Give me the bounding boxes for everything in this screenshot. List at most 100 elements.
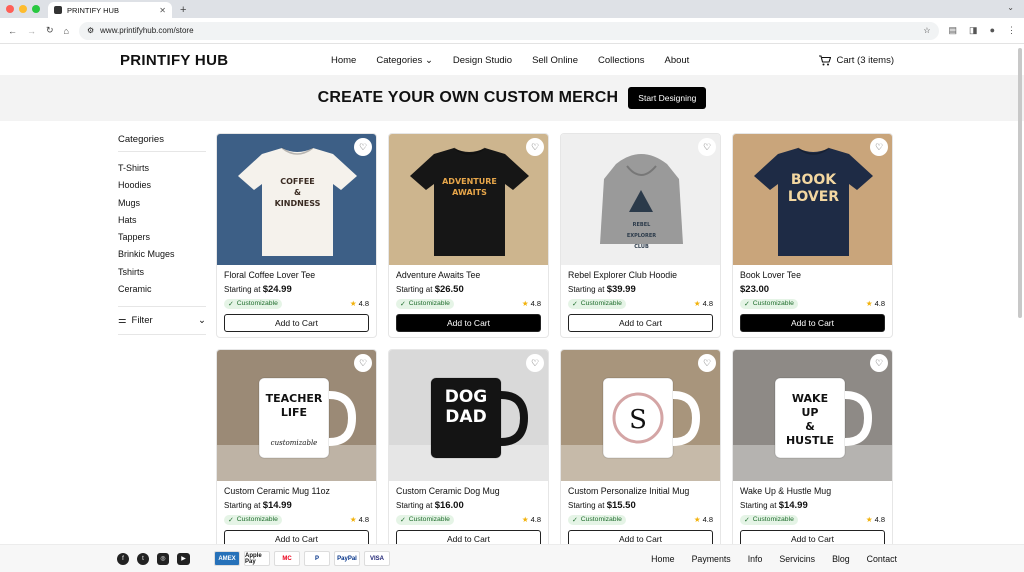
- product-info: Custom Ceramic Dog Mug Starting at $16.00…: [389, 481, 548, 548]
- category-item-mugs[interactable]: Mugs: [118, 195, 206, 212]
- back-icon[interactable]: ←: [8, 26, 17, 36]
- heart-icon[interactable]: ♡: [354, 354, 372, 372]
- heart-icon[interactable]: ♡: [698, 138, 716, 156]
- add-to-cart-button[interactable]: Add to Cart: [568, 314, 713, 332]
- product-image[interactable]: COFFEE & KINDNESS ♡: [217, 134, 376, 265]
- product-card[interactable]: COFFEE & KINDNESS ♡ Floral Coffee Lover Tee S…: [216, 133, 377, 338]
- product-image[interactable]: BOOK LOVER ♡: [733, 134, 892, 265]
- product-image[interactable]: DOG DAD ♡: [389, 350, 548, 481]
- instagram-icon[interactable]: ◎: [157, 552, 169, 565]
- footer-link-contact[interactable]: Contact: [867, 554, 897, 564]
- footer-link-servicins[interactable]: Servicins: [779, 554, 815, 564]
- youtube-icon[interactable]: ▶: [177, 552, 190, 565]
- product-card[interactable]: TEACHER LIFE customizable ♡ Custom Ceramic M…: [216, 349, 377, 554]
- category-item-brinkic-muges[interactable]: Brinkic Muges: [118, 246, 206, 263]
- svg-text:&: &: [294, 188, 301, 197]
- category-item-tappers[interactable]: Tappers: [118, 229, 206, 246]
- heart-icon[interactable]: ♡: [526, 354, 544, 372]
- facebook-icon[interactable]: f: [117, 552, 129, 565]
- sidebar-icon[interactable]: ◨: [969, 25, 978, 36]
- product-image[interactable]: TEACHER LIFE customizable ♡: [217, 350, 376, 481]
- heart-icon[interactable]: ♡: [354, 138, 372, 156]
- twitter-icon[interactable]: t: [137, 552, 149, 565]
- footer-link-blog[interactable]: Blog: [832, 554, 850, 564]
- nav-categories[interactable]: Categories ⌄: [376, 55, 433, 66]
- product-card[interactable]: S ♡ Custom Personalize Initial Mug Starting…: [560, 349, 721, 554]
- window-controls: [6, 0, 40, 18]
- star-icon[interactable]: ☆: [923, 26, 930, 35]
- heart-icon[interactable]: ♡: [526, 138, 544, 156]
- maximize-window-button[interactable]: [32, 5, 40, 13]
- reload-icon[interactable]: ↻: [46, 25, 54, 36]
- rating-value: 4.8: [702, 299, 713, 308]
- start-designing-button[interactable]: Start Designing: [628, 87, 707, 109]
- product-price: Starting at $14.99: [740, 500, 885, 511]
- product-card[interactable]: DOG DAD ♡ Custom Ceramic Dog Mug Starting at…: [388, 349, 549, 554]
- heart-icon[interactable]: ♡: [698, 354, 716, 372]
- address-bar[interactable]: ⚙ www.printifyhub.com/store ☆: [78, 21, 939, 40]
- product-card[interactable]: BOOK LOVER ♡ Book Lover Tee $23.00 ✓ Customiza…: [732, 133, 893, 338]
- site-header: PRINTIFY HUB Home Categories ⌄ Design St…: [0, 44, 1024, 76]
- product-image[interactable]: WAKE UP & HUSTLE ♡: [733, 350, 892, 481]
- nav-sell-online[interactable]: Sell Online: [532, 55, 578, 66]
- extensions-icon[interactable]: ▤: [949, 25, 958, 36]
- svg-text:UP: UP: [802, 406, 819, 419]
- product-name[interactable]: Custom Personalize Initial Mug: [568, 486, 713, 498]
- close-window-button[interactable]: [6, 5, 14, 13]
- svg-text:KINDNESS: KINDNESS: [275, 199, 321, 208]
- product-name[interactable]: Floral Coffee Lover Tee: [224, 270, 369, 282]
- site-info-icon[interactable]: ⚙: [87, 26, 94, 35]
- category-item-hats[interactable]: Hats: [118, 212, 206, 229]
- add-to-cart-button[interactable]: Add to Cart: [740, 314, 885, 332]
- brand-logo[interactable]: PRINTIFY HUB: [120, 52, 228, 69]
- profile-icon[interactable]: ●: [990, 25, 995, 36]
- category-item-ceramic[interactable]: Ceramic: [118, 281, 206, 298]
- product-card[interactable]: REBEL EXPLORER CLUB ♡ Rebel Explorer Club Ho…: [560, 133, 721, 338]
- product-card[interactable]: WAKE UP & HUSTLE ♡ Wake Up & Hustle Mug Starti…: [732, 349, 893, 554]
- product-meta: ✓ Customizable ★ 4.8: [740, 514, 885, 525]
- nav-home[interactable]: Home: [331, 55, 356, 66]
- nav-about[interactable]: About: [664, 55, 689, 66]
- tab-search-icon[interactable]: ⌄: [1007, 3, 1014, 12]
- forward-icon[interactable]: →: [27, 26, 36, 36]
- cart-link[interactable]: Cart (3 items): [819, 44, 894, 76]
- product-name[interactable]: Rebel Explorer Club Hoodie: [568, 270, 713, 282]
- product-image[interactable]: REBEL EXPLORER CLUB ♡: [561, 134, 720, 265]
- product-info: Rebel Explorer Club Hoodie Starting at $3…: [561, 265, 720, 332]
- category-item-tshirts[interactable]: Tshirts: [118, 264, 206, 281]
- product-rating: ★ 4.8: [522, 299, 541, 308]
- payment-apple-pay-icon: Apple Pay: [244, 551, 270, 566]
- footer-link-home[interactable]: Home: [651, 554, 674, 564]
- product-name[interactable]: Custom Ceramic Mug 11oz: [224, 486, 369, 498]
- add-to-cart-button[interactable]: Add to Cart: [396, 314, 541, 332]
- menu-icon[interactable]: ⋮: [1007, 25, 1016, 36]
- filter-toggle[interactable]: ⚌ Filter ⌄: [118, 306, 206, 336]
- heart-icon[interactable]: ♡: [870, 138, 888, 156]
- product-name[interactable]: Wake Up & Hustle Mug: [740, 486, 885, 498]
- product-rating: ★ 4.8: [350, 515, 369, 524]
- product-name[interactable]: Adventure Awaits Tee: [396, 270, 541, 282]
- browser-tab[interactable]: PRINTIFY HUB ✕: [48, 2, 172, 18]
- product-rating: ★ 4.8: [522, 515, 541, 524]
- minimize-window-button[interactable]: [19, 5, 27, 13]
- customizable-badge: ✓ Customizable: [568, 298, 626, 309]
- browser-toolbar: ← → ↻ ⌂ ⚙ www.printifyhub.com/store ☆ ▤ …: [0, 18, 1024, 44]
- nav-design-studio[interactable]: Design Studio: [453, 55, 512, 66]
- heart-icon[interactable]: ♡: [870, 354, 888, 372]
- nav-collections[interactable]: Collections: [598, 55, 644, 66]
- rating-value: 4.8: [530, 515, 541, 524]
- footer-link-info[interactable]: Info: [748, 554, 763, 564]
- product-image[interactable]: S ♡: [561, 350, 720, 481]
- category-item-t-shirts[interactable]: T-Shirts: [118, 160, 206, 177]
- category-item-hoodies[interactable]: Hoodies: [118, 177, 206, 194]
- product-card[interactable]: ADVENTURE AWAITS ♡ Adventure Awaits Tee Star…: [388, 133, 549, 338]
- close-tab-icon[interactable]: ✕: [159, 6, 166, 15]
- product-name[interactable]: Custom Ceramic Dog Mug: [396, 486, 541, 498]
- footer-link-payments[interactable]: Payments: [692, 554, 731, 564]
- new-tab-button[interactable]: +: [180, 2, 186, 18]
- home-icon[interactable]: ⌂: [64, 26, 69, 36]
- product-image[interactable]: ADVENTURE AWAITS ♡: [389, 134, 548, 265]
- product-name[interactable]: Book Lover Tee: [740, 270, 885, 282]
- add-to-cart-button[interactable]: Add to Cart: [224, 314, 369, 332]
- page-scrollbar[interactable]: [1018, 48, 1022, 318]
